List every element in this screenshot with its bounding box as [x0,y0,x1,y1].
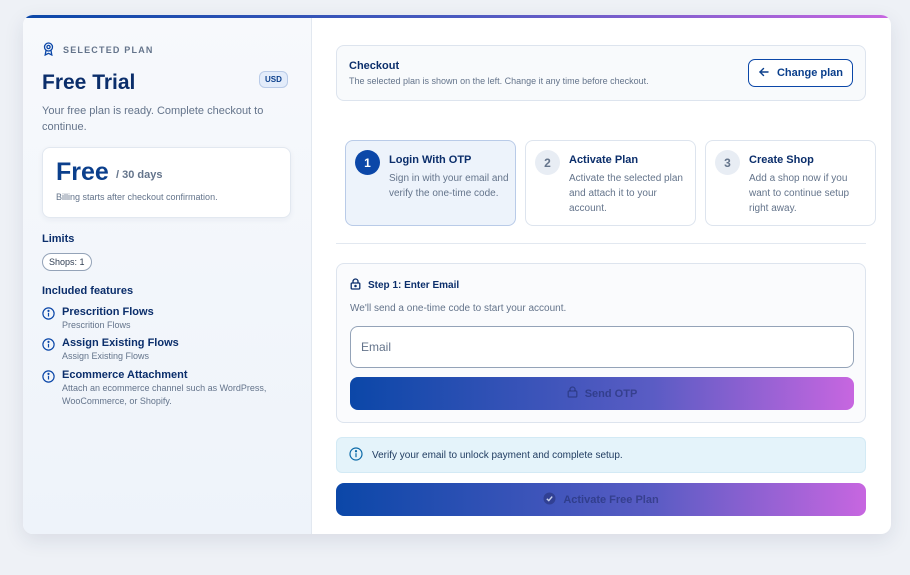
feature-name: Assign Existing Flows [62,337,179,349]
feature-desc: Prescrition Flows [62,320,131,330]
change-plan-button[interactable]: Change plan [748,59,853,87]
price-value: Free [56,158,109,186]
arrow-left-icon [758,66,770,81]
step-number: 2 [535,150,560,175]
activate-free-plan-button[interactable]: Activate Free Plan [336,483,866,516]
feature-name: Ecommerce Attachment [62,369,188,381]
email-form: Step 1: Enter Email We'll send a one-tim… [336,263,866,423]
divider [336,243,866,244]
step-title: Login With OTP [389,154,472,166]
step-activate-plan[interactable]: 2 Activate Plan Activate the selected pl… [525,140,696,226]
lock-icon [350,278,361,293]
step-login-otp[interactable]: 1 Login With OTP Sign in with your email… [345,140,516,226]
info-circle-icon [349,446,363,464]
step-title: Activate Plan [569,154,639,166]
step-description: Add a shop now if you want to continue s… [749,173,850,214]
checkout-header: Checkout The selected plan is shown on t… [336,45,866,101]
feature-name: Prescrition Flows [62,306,154,318]
email-input[interactable] [350,326,854,368]
step-number: 1 [355,150,380,175]
feature-desc: Assign Existing Flows [62,351,150,361]
feature-desc: Attach an ecommerce channel such as Word… [62,383,267,406]
change-plan-label: Change plan [776,67,843,79]
step-number: 3 [715,150,740,175]
checkout-subtitle: The selected plan is shown on the left. … [349,76,649,86]
send-otp-button[interactable]: Send OTP [350,377,854,410]
activate-label: Activate Free Plan [563,493,659,506]
plan-description: Your free plan is ready. Complete checko… [42,105,264,133]
feature-item: Assign Existing Flows Assign Existing Fl… [42,337,287,363]
price-period: / 30 days [116,169,163,181]
info-banner: Verify your email to unlock payment and … [336,437,866,473]
award-icon [42,42,55,58]
checkout-card: SELECTED PLAN Free Trial USD Your free p… [23,15,891,534]
selected-plan-text: SELECTED PLAN [63,45,154,55]
form-heading: Step 1: Enter Email [350,278,459,293]
check-circle-icon [543,492,556,508]
plan-title: Free Trial [42,71,136,94]
lock-icon [567,386,578,401]
form-heading-text: Step 1: Enter Email [368,280,460,291]
price-box: Free / 30 days Billing starts after chec… [42,147,291,218]
step-title: Create Shop [749,154,814,166]
step-create-shop[interactable]: 3 Create Shop Add a shop now if you want… [705,140,876,226]
info-circle-icon [42,337,55,363]
form-description: We'll send a one-time code to start your… [350,303,567,314]
limits-heading: Limits [42,233,75,245]
feature-item: Prescrition Flows Prescrition Flows [42,306,287,332]
billing-note: Billing starts after checkout confirmati… [56,192,218,202]
info-text: Verify your email to unlock payment and … [372,449,623,461]
send-otp-label: Send OTP [584,387,638,400]
checkout-title: Checkout [349,60,400,72]
selected-plan-label: SELECTED PLAN [42,42,154,58]
step-description: Sign in with your email and verify the o… [389,173,509,199]
info-circle-icon [42,306,55,332]
feature-item: Ecommerce Attachment Attach an ecommerce… [42,369,287,408]
plan-summary-panel: SELECTED PLAN Free Trial USD Your free p… [23,18,312,534]
step-description: Activate the selected plan and attach it… [569,173,683,214]
info-circle-icon [42,369,55,408]
limit-chip-shops: Shops: 1 [42,253,92,271]
currency-badge: USD [259,71,288,88]
features-heading: Included features [42,285,134,297]
